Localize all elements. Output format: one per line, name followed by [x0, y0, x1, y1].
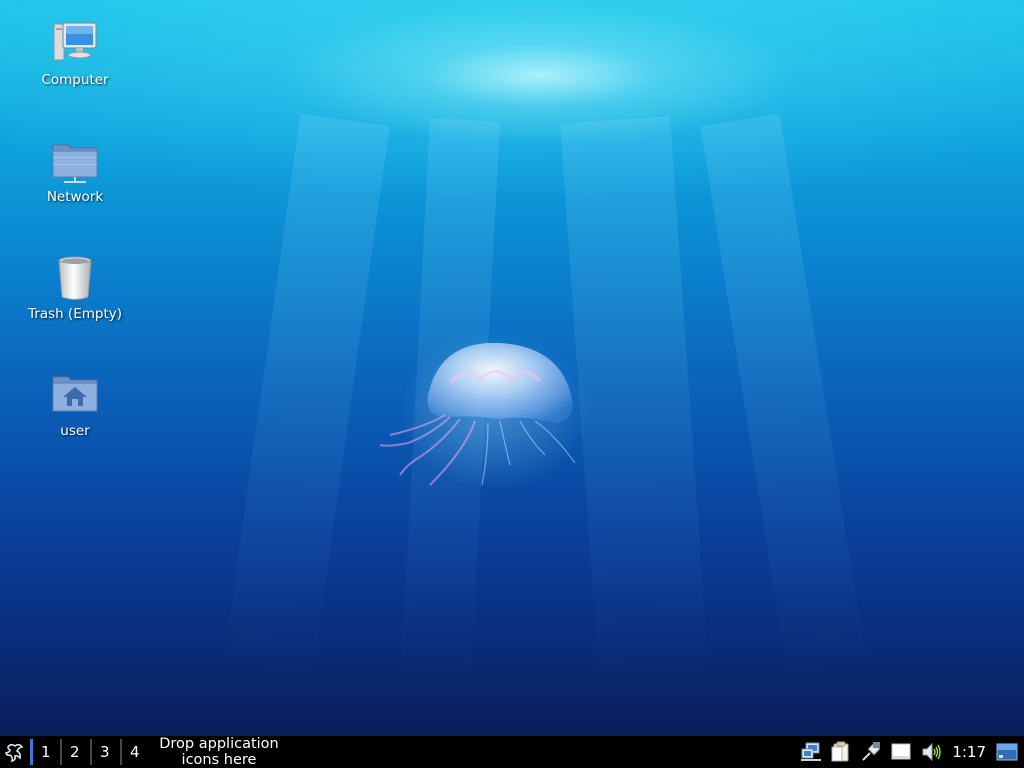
- desktop-icon-label: Computer: [41, 72, 109, 88]
- start-menu-button[interactable]: [0, 736, 30, 768]
- home-folder-icon: [50, 371, 100, 421]
- desktop-icon-label: Trash (Empty): [27, 306, 123, 322]
- light-ray: [700, 113, 868, 680]
- taskbar: 1 2 3 4 Drop application icons here 1:17: [0, 736, 1024, 768]
- distro-logo-icon: [4, 743, 24, 763]
- clipboard-tray-icon[interactable]: [830, 741, 852, 763]
- network-folder-icon: [50, 137, 100, 187]
- light-ray: [222, 113, 390, 681]
- desktop-icon-network[interactable]: Network: [10, 137, 140, 205]
- clock[interactable]: 1:17: [952, 743, 986, 761]
- desktop-icon-computer[interactable]: Computer: [10, 20, 140, 88]
- light-ray: [400, 118, 500, 682]
- workspace-label: 1: [41, 743, 51, 761]
- workspace-3[interactable]: 3: [90, 736, 120, 768]
- workspace-label: 3: [100, 743, 110, 761]
- volume-icon[interactable]: [920, 741, 942, 763]
- drive-tray-icon[interactable]: [890, 741, 912, 763]
- connection-tray-icon[interactable]: [860, 741, 882, 763]
- trash-icon: [50, 254, 100, 304]
- desktop-icon-user-home[interactable]: user: [10, 371, 140, 439]
- system-tray: 1:17: [796, 736, 1024, 768]
- light-ray: [560, 116, 709, 683]
- computer-icon: [50, 20, 100, 70]
- jellyfish-wallpaper: [370, 330, 590, 515]
- desktop[interactable]: Computer Network Trash (Empty) user 1 2 …: [0, 0, 1024, 768]
- show-desktop-icon[interactable]: [996, 741, 1018, 763]
- desktop-icon-trash[interactable]: Trash (Empty): [10, 254, 140, 322]
- launcher-drop-zone[interactable]: Drop application icons here: [154, 736, 284, 768]
- workspace-1[interactable]: 1: [30, 736, 60, 768]
- workspace-label: 4: [130, 743, 140, 761]
- workspace-2[interactable]: 2: [60, 736, 90, 768]
- workspace-4[interactable]: 4: [120, 736, 150, 768]
- network-tray-icon[interactable]: [800, 741, 822, 763]
- workspace-label: 2: [70, 743, 80, 761]
- desktop-icon-label: user: [60, 423, 90, 439]
- desktop-icon-label: Network: [46, 189, 104, 205]
